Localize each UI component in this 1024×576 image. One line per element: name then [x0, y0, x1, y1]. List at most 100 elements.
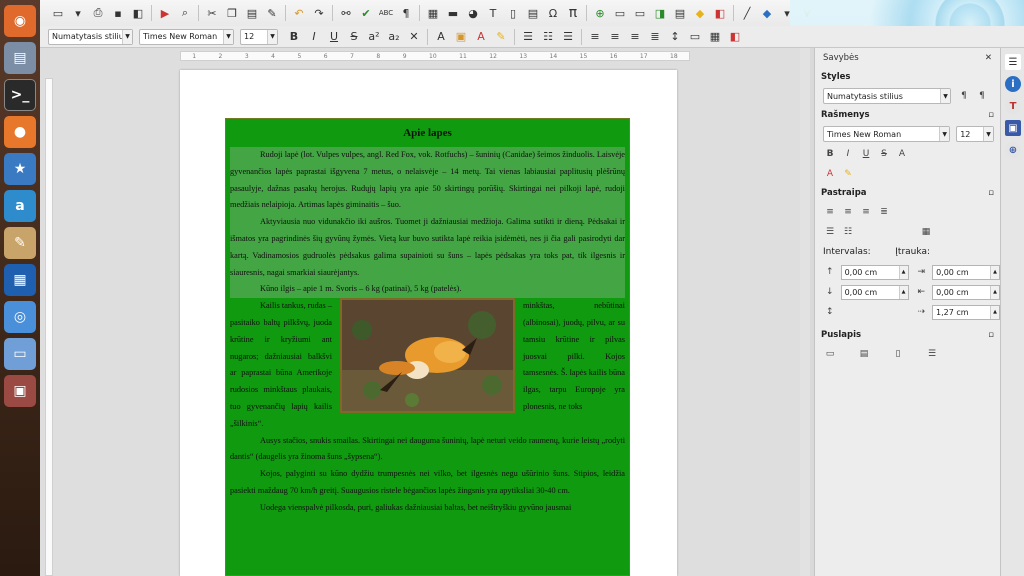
- font-color-icon[interactable]: A: [473, 29, 489, 45]
- char-shadow-icon[interactable]: A: [433, 29, 449, 45]
- sidebar-font-select[interactable]: Times New Roman ▼: [823, 126, 951, 142]
- first-line-indent-field[interactable]: 1,27 cm ▲: [932, 304, 1001, 320]
- strikethrough-icon[interactable]: S: [877, 147, 891, 161]
- underline-icon[interactable]: U: [326, 29, 342, 45]
- highlight-color-icon[interactable]: ✎: [493, 29, 509, 45]
- italic-icon[interactable]: I: [306, 29, 322, 45]
- bullets-icon[interactable]: ☰: [520, 29, 536, 45]
- format-paintbrush-icon[interactable]: ✎: [264, 5, 280, 21]
- character-section-header[interactable]: Rašmenys ▫: [815, 106, 1000, 124]
- insert-textbox-icon[interactable]: T: [485, 5, 501, 21]
- new-document-icon[interactable]: ▭: [50, 5, 66, 21]
- dash-icon[interactable]: ◉: [4, 5, 36, 37]
- new-style-icon[interactable]: ¶: [957, 89, 971, 103]
- background-color-icon[interactable]: ▦: [707, 29, 723, 45]
- styles-section-header[interactable]: Styles: [815, 68, 1000, 86]
- hyperlink-icon[interactable]: ⊕: [592, 5, 608, 21]
- writer-icon[interactable]: ▦: [4, 264, 36, 296]
- cut-icon[interactable]: ✂: [204, 5, 220, 21]
- footnote-icon[interactable]: ▭: [612, 5, 628, 21]
- paragraph-bg-icon[interactable]: ▦: [919, 225, 933, 239]
- align-left-icon[interactable]: ≡: [587, 29, 603, 45]
- sidebar-font-size-select[interactable]: 12 ▼: [956, 126, 994, 142]
- align-left-icon[interactable]: ≡: [823, 205, 837, 219]
- trash-icon[interactable]: ▣: [4, 375, 36, 407]
- chromium-icon[interactable]: ◎: [4, 301, 36, 333]
- strikethrough-icon[interactable]: S: [346, 29, 362, 45]
- tools-icon[interactable]: ✎: [4, 227, 36, 259]
- font-name-select[interactable]: Times New Roman ▼: [139, 28, 234, 45]
- justify-icon[interactable]: ≣: [877, 205, 891, 219]
- document-body[interactable]: Apie lapes Rudoji lapė (lot. Vulpes vulp…: [225, 118, 630, 576]
- styles-tab-icon[interactable]: T: [1005, 98, 1021, 114]
- paste-icon[interactable]: ▤: [244, 5, 260, 21]
- highlight-color-icon[interactable]: ✎: [841, 167, 855, 181]
- italic-icon[interactable]: I: [841, 147, 855, 161]
- save-icon[interactable]: ▪: [110, 5, 126, 21]
- vertical-ruler[interactable]: [45, 78, 53, 576]
- font-color-icon[interactable]: A: [823, 167, 837, 181]
- subscript-icon[interactable]: a₂: [386, 29, 402, 45]
- paragraph-style-select[interactable]: Numatytasis stilius ▼: [48, 28, 133, 45]
- font-size-select[interactable]: 12 ▼: [240, 28, 278, 45]
- formula-icon[interactable]: π: [565, 5, 581, 21]
- align-right-icon[interactable]: ≡: [627, 29, 643, 45]
- spacing-above-field[interactable]: 0,00 cm ▲: [840, 264, 909, 280]
- files-icon[interactable]: ▤: [4, 42, 36, 74]
- export-pdf-icon[interactable]: ▶: [157, 5, 173, 21]
- bookmark-icon[interactable]: ◨: [652, 5, 668, 21]
- comment-icon[interactable]: ◆: [692, 5, 708, 21]
- software-center-icon[interactable]: ★: [4, 153, 36, 185]
- templates-icon[interactable]: ▾: [70, 5, 86, 21]
- indent-before-field[interactable]: 0,00 cm ▲: [932, 264, 1000, 280]
- orientation-icon[interactable]: ▭: [823, 347, 837, 361]
- insert-field-icon[interactable]: ▤: [525, 5, 541, 21]
- page-section-header[interactable]: Puslapis ▫: [815, 326, 1000, 344]
- page[interactable]: Apie lapes Rudoji lapė (lot. Vulpes vulp…: [180, 70, 677, 576]
- ubuntu-one-icon[interactable]: a: [4, 190, 36, 222]
- justify-icon[interactable]: ≣: [647, 29, 663, 45]
- page-size-icon[interactable]: ▯: [891, 347, 905, 361]
- find-icon[interactable]: ⚯: [338, 5, 354, 21]
- align-right-icon[interactable]: ≡: [859, 205, 873, 219]
- bullets-icon[interactable]: ☰: [823, 225, 837, 239]
- line-icon[interactable]: ╱: [739, 5, 755, 21]
- print-preview-icon[interactable]: ⌕: [177, 5, 193, 21]
- align-center-icon[interactable]: ≡: [607, 29, 623, 45]
- clear-format-icon[interactable]: ✕: [406, 29, 422, 45]
- line-spacing-icon[interactable]: ↕: [823, 305, 837, 319]
- terminal-icon[interactable]: >_: [4, 79, 36, 111]
- firefox-icon[interactable]: ●: [4, 116, 36, 148]
- insert-table-icon[interactable]: ▦: [425, 5, 441, 21]
- align-center-icon[interactable]: ≡: [841, 205, 855, 219]
- workspace-icon[interactable]: ▭: [4, 338, 36, 370]
- insert-chart-icon[interactable]: ◕: [465, 5, 481, 21]
- columns-icon[interactable]: ☰: [925, 347, 939, 361]
- track-changes-icon[interactable]: ◧: [712, 5, 728, 21]
- update-style-icon[interactable]: ¶: [975, 89, 989, 103]
- bold-icon[interactable]: B: [286, 29, 302, 45]
- highlight-icon[interactable]: ▣: [453, 29, 469, 45]
- shadow-icon[interactable]: A: [895, 147, 909, 161]
- print-icon[interactable]: ⎙: [90, 5, 106, 21]
- properties-tab-icon[interactable]: i: [1005, 76, 1021, 92]
- vertical-scrollbar[interactable]: [800, 48, 810, 576]
- gallery-tab-icon[interactable]: ▣: [1005, 120, 1021, 136]
- bold-icon[interactable]: B: [823, 147, 837, 161]
- numbering-icon[interactable]: ☷: [540, 29, 556, 45]
- document-canvas[interactable]: 1 2 3 4 5 6 7 8 9 10 11 12 13 14 15 16 17 18 Apie lapes R…: [40, 48, 810, 576]
- outline-icon[interactable]: ☰: [560, 29, 576, 45]
- fontwork-icon[interactable]: ⋎: [799, 5, 815, 21]
- menu-icon[interactable]: ☰: [1005, 54, 1021, 70]
- paragraph-dialog-icon[interactable]: ▭: [687, 29, 703, 45]
- special-char-icon[interactable]: Ω: [545, 5, 561, 21]
- ltr-icon[interactable]: ◧: [727, 29, 743, 45]
- spellcheck-icon[interactable]: ✔: [358, 5, 374, 21]
- paragraph-section-header[interactable]: Pastraipa ▫: [815, 184, 1000, 202]
- redo-icon[interactable]: ↷: [311, 5, 327, 21]
- close-icon[interactable]: ✕: [985, 53, 992, 63]
- formatting-marks-icon[interactable]: ¶: [398, 5, 414, 21]
- horizontal-ruler[interactable]: 1 2 3 4 5 6 7 8 9 10 11 12 13 14 15 16 17 18: [180, 51, 690, 61]
- export-icon[interactable]: ◧: [130, 5, 146, 21]
- insert-image-icon[interactable]: ▬: [445, 5, 461, 21]
